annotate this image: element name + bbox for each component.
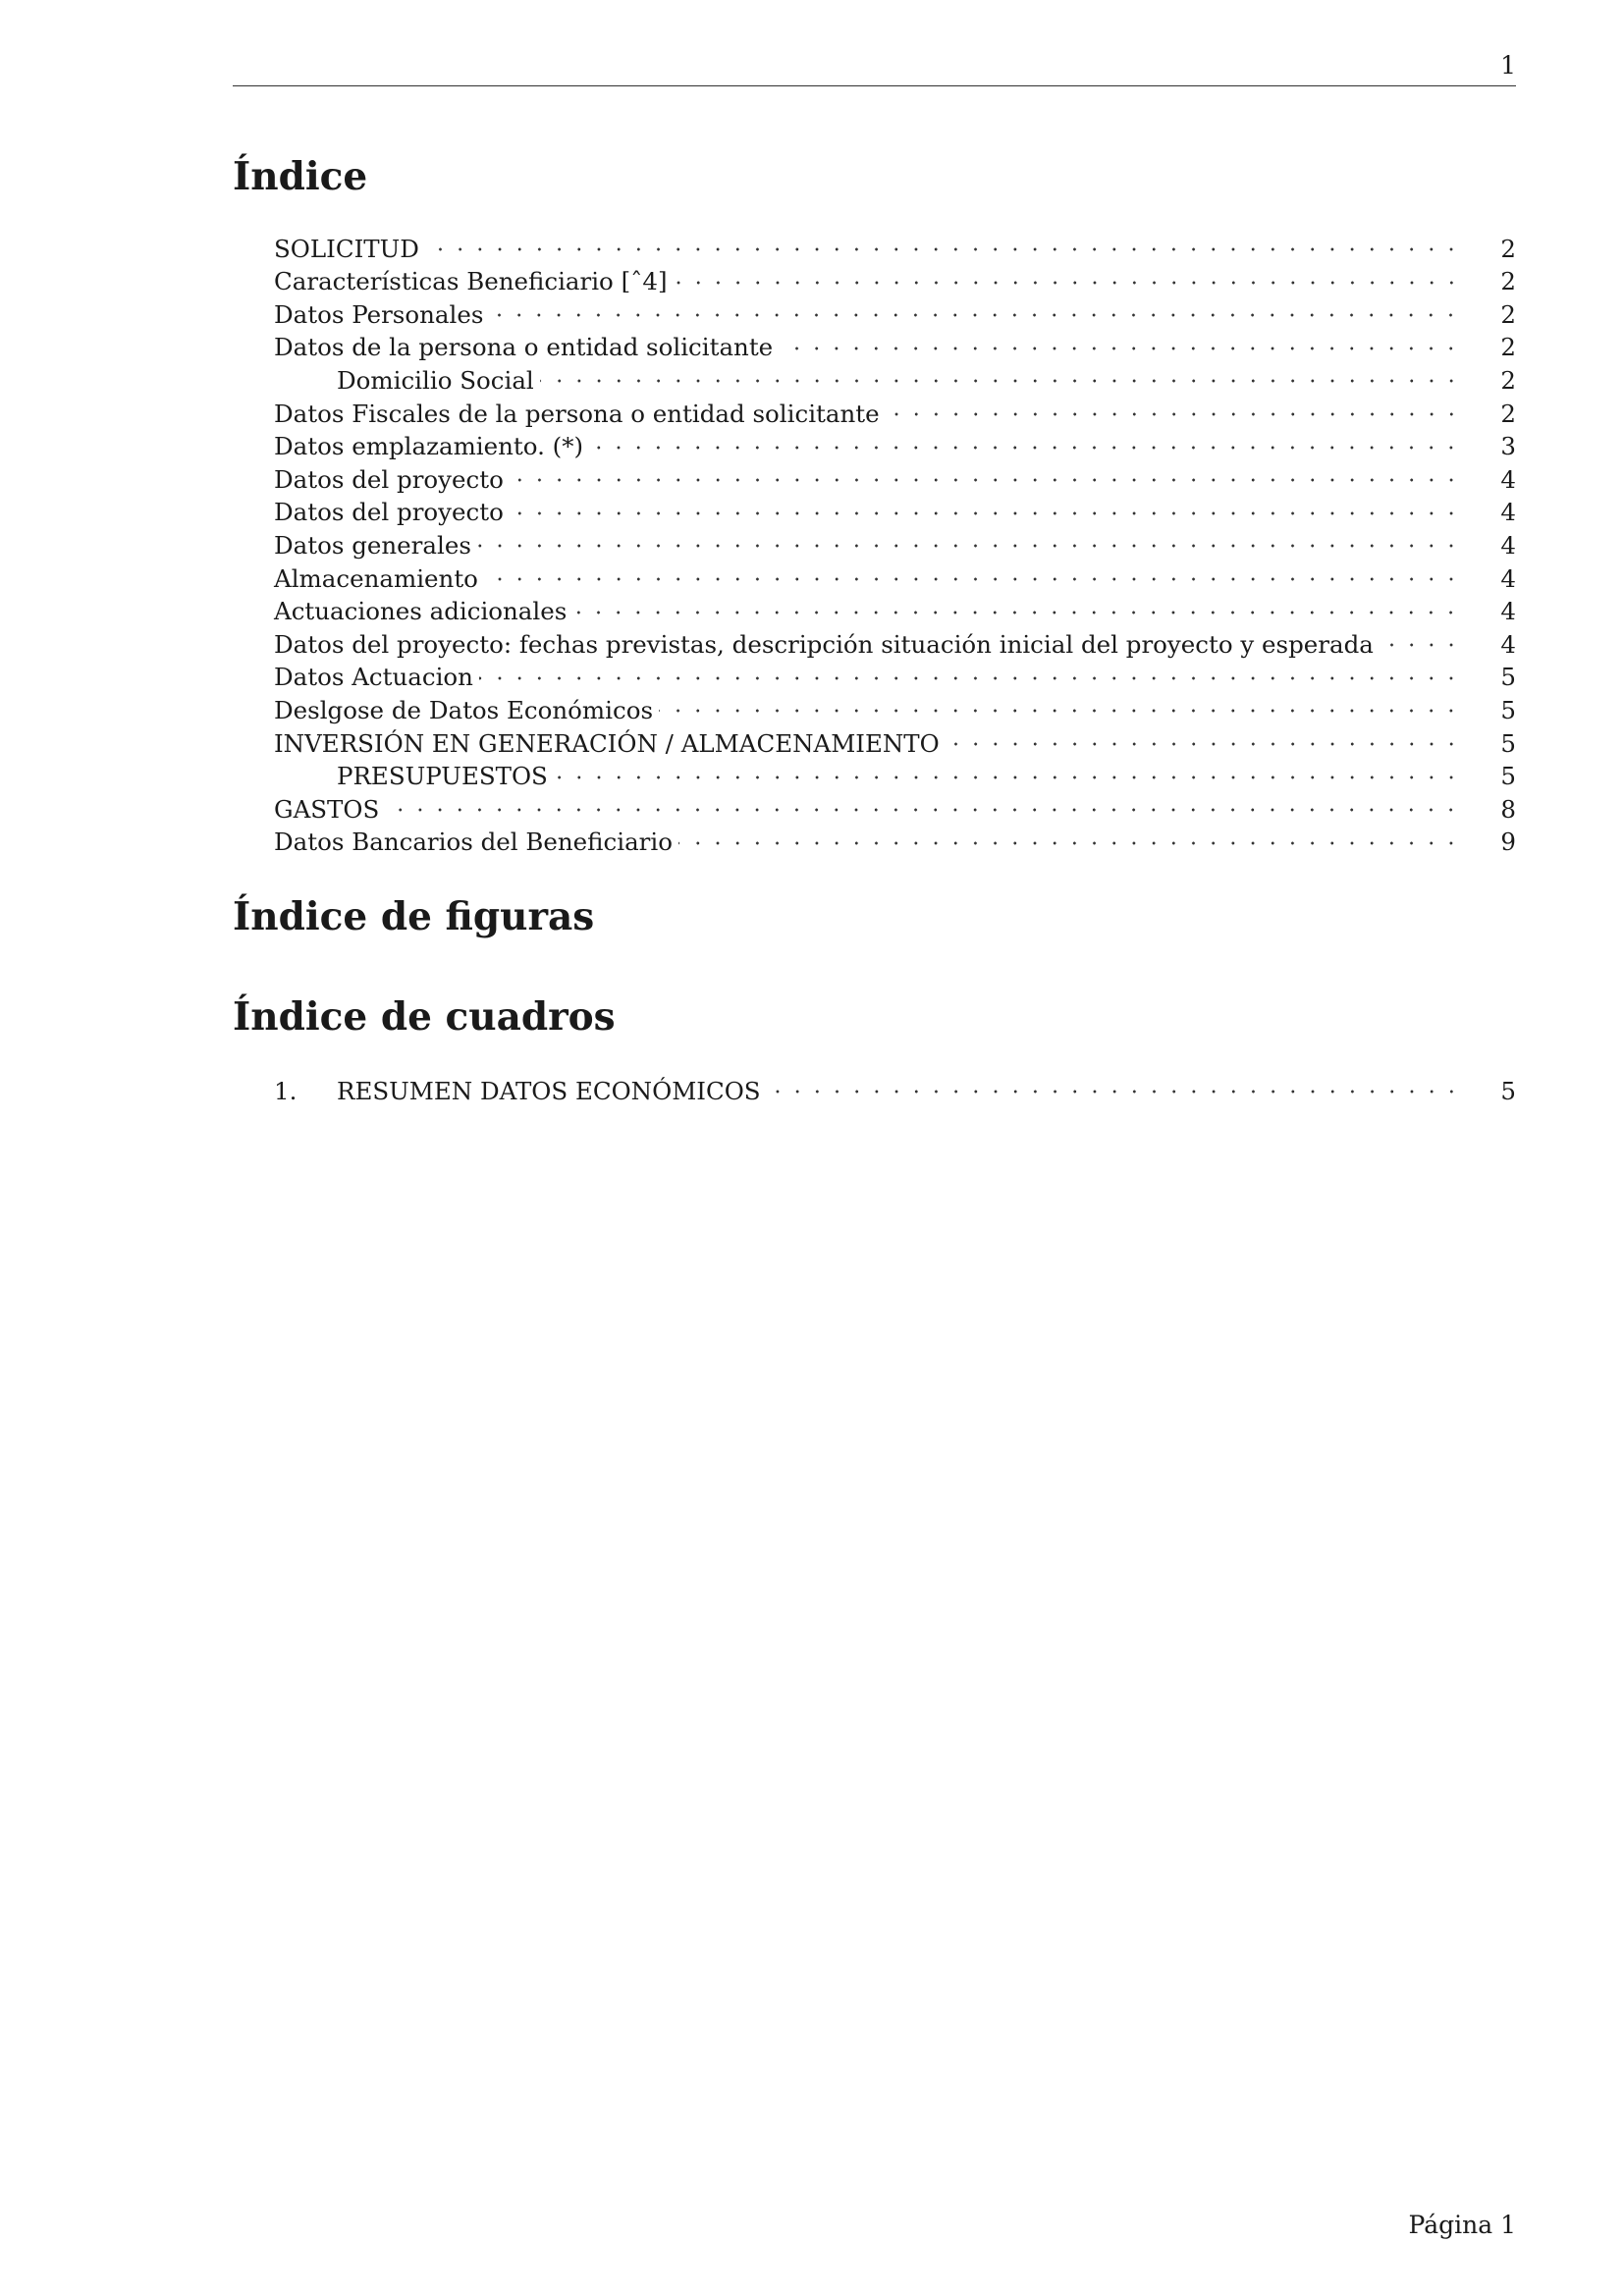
toc-dot-leader [589,421,1461,455]
toc-dot-leader [509,454,1461,488]
table-list-entry[interactable]: 1. RESUMEN DATOS ECONÓMICOS 5 [274,1066,1516,1105]
toc-entry-title: Actuaciones adicionales [274,597,568,626]
toc-dot-leader [572,586,1461,620]
toc-dot-leader [539,355,1461,389]
toc-dot-leader [489,290,1461,323]
toc-dot-leader [673,256,1461,291]
toc-entry-title: SOLICITUD [274,234,419,263]
toc-entry-page: 4 [1500,563,1516,593]
figures-heading: Índice de figuras [233,894,595,939]
toc-entry[interactable]: SOLICITUD 2 [274,224,1516,263]
toc-entry-title: Datos del proyecto [274,464,504,494]
toc-dot-leader [659,685,1461,719]
toc-entry-page: 2 [1500,299,1516,329]
table-of-contents: SOLICITUD 2 Características Beneficiario… [274,224,1516,856]
toc-entry-page: 8 [1500,794,1516,824]
toc-dot-leader [509,487,1461,521]
toc-entry[interactable]: Características Beneficiario [ˆ4] 2 [274,256,1516,295]
toc-entry-page: 5 [1500,728,1516,758]
toc-entry-page: 2 [1500,267,1516,296]
toc-entry-title: Domicilio Social [337,365,534,395]
toc-dot-leader [779,322,1461,356]
toc-entry-page: 5 [1500,663,1516,692]
toc-entry-title: Datos generales [274,530,471,560]
toc-entry-page: 5 [1500,762,1516,791]
toc-dot-leader [1379,619,1461,653]
toc-entry-page: 4 [1500,464,1516,494]
toc-entry-title: Datos Bancarios del Beneficiario [274,828,673,857]
header-rule [233,85,1516,86]
toc-entry-page: 2 [1500,333,1516,362]
toc-entry-title: Almacenamiento [274,563,478,593]
toc-dot-leader [483,553,1461,587]
toc-entry-title: Datos Actuacion [274,663,473,692]
toc-dot-leader [385,784,1461,818]
toc-dot-leader [945,718,1461,752]
toc-entry-page: 4 [1500,629,1516,659]
toc-entry-title: GASTOS [274,794,380,824]
contents-heading: Índice [233,154,368,199]
tables-heading: Índice de cuadros [233,994,616,1040]
toc-dot-leader [766,1066,1461,1099]
toc-entry-page: 5 [1500,695,1516,724]
toc-dot-leader [553,751,1461,785]
toc-entry-title: Deslgose de Datos Económicos [274,695,654,724]
toc-dot-leader [677,817,1461,851]
toc-dot-leader [885,388,1461,422]
toc-entry-page: 4 [1500,597,1516,626]
toc-entry-page: 4 [1500,498,1516,527]
table-list-title: RESUMEN DATOS ECONÓMICOS [337,1076,761,1105]
toc-dot-leader [424,224,1461,257]
toc-entry-page: 2 [1500,365,1516,395]
toc-entry[interactable]: GASTOS 8 [274,784,1516,824]
table-list-number: 1. [274,1076,298,1105]
toc-entry-title: Datos del proyecto [274,498,504,527]
toc-entry-page: 3 [1500,432,1516,461]
toc-entry-title: Datos Personales [274,299,484,329]
toc-dot-leader [476,520,1461,554]
header-page-number: 1 [1500,51,1516,80]
toc-entry-page: 4 [1500,530,1516,560]
list-of-tables: 1. RESUMEN DATOS ECONÓMICOS 5 [274,1066,1516,1105]
page-footer: Página 1 [1408,2211,1516,2239]
toc-entry-page: 2 [1500,234,1516,263]
toc-dot-leader [478,652,1461,686]
toc-entry[interactable]: Datos Bancarios del Beneficiario 9 [274,817,1516,856]
table-list-page: 5 [1500,1076,1516,1105]
toc-entry-page: 2 [1500,399,1516,428]
toc-entry-page: 9 [1500,828,1516,857]
